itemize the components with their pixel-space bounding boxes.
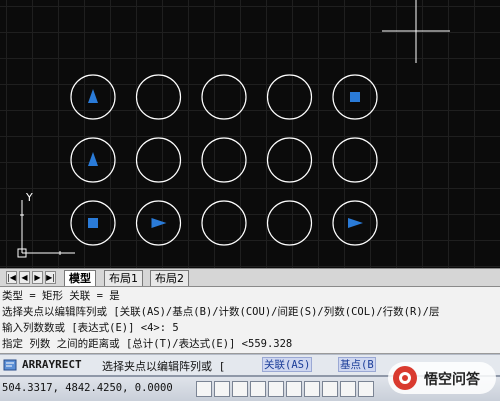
command-name: ARRAYRECT: [22, 358, 82, 371]
array-circle[interactable]: [201, 137, 247, 183]
history-line: 选择夹点以编辑阵列或 [关联(AS)/基点(B)/计数(COU)/间距(S)/列…: [2, 306, 440, 318]
command-history: 类型 = 矩形 关联 = 是 选择夹点以编辑阵列或 [关联(AS)/基点(B)/…: [0, 287, 500, 354]
array-circle[interactable]: [332, 137, 378, 183]
3d-object-snap-icon[interactable]: [286, 381, 302, 397]
layout-tabs-bar: |◀ ◀ ▶ ▶| 模型 布局1 布局2: [0, 268, 500, 287]
autocad-window: Y |◀ ◀ ▶ ▶| 模型 布局1 布局2 类型 = 矩形 关联 = 是 选择…: [0, 0, 500, 401]
object-snap-tracking-icon[interactable]: [304, 381, 320, 397]
array-circle[interactable]: [266, 200, 313, 246]
array-circle[interactable]: [135, 74, 182, 120]
history-line: 类型 = 矩形 关联 = 是: [2, 290, 120, 302]
array-circle[interactable]: [266, 137, 313, 183]
grid-display-icon[interactable]: [214, 381, 230, 397]
watermark-badge: 悟空问答: [388, 362, 496, 394]
tab-model[interactable]: 模型: [64, 270, 96, 286]
tab-layout2[interactable]: 布局2: [150, 270, 189, 286]
object-snap-icon[interactable]: [268, 381, 284, 397]
grip-triangle-right-icon[interactable]: [348, 218, 363, 228]
polar-tracking-icon[interactable]: [250, 381, 266, 397]
grip-square-icon[interactable]: [88, 218, 98, 228]
dynamic-input-icon[interactable]: [340, 381, 356, 397]
tab-layout1[interactable]: 布局1: [104, 270, 143, 286]
keyword-basepoint[interactable]: 基点(B: [338, 357, 376, 372]
history-line: 输入列数数或 [表达式(E)] <4>: 5: [2, 322, 179, 334]
command-prompt: 选择夹点以编辑阵列或 [: [102, 360, 226, 373]
array-circle[interactable]: [201, 74, 247, 120]
tab-nav-first-button[interactable]: |◀: [6, 271, 17, 284]
history-line: 指定 列数 之间的距离或 [总计(T)/表达式(E)] <559.328: [2, 338, 293, 350]
snap-mode-icon[interactable]: [196, 381, 212, 397]
tab-nav-next-button[interactable]: ▶: [32, 271, 43, 284]
command-icon[interactable]: [3, 358, 17, 372]
lineweight-icon[interactable]: [358, 381, 374, 397]
grip-square-icon[interactable]: [350, 92, 360, 102]
grip-triangle-up-icon[interactable]: [88, 89, 98, 103]
array-circle[interactable]: [201, 200, 247, 246]
grip-triangle-up-icon[interactable]: [88, 152, 98, 166]
ucs-icon: Y: [17, 191, 75, 258]
rect-array[interactable]: [70, 74, 378, 246]
canvas-drawing: Y: [17, 0, 450, 258]
tab-nav-prev-button[interactable]: ◀: [19, 271, 30, 284]
grip-triangle-right-icon[interactable]: [151, 218, 167, 228]
crosshair-cursor: [382, 0, 450, 63]
ucs-y-label: Y: [25, 191, 33, 204]
drawing-canvas[interactable]: Y: [0, 0, 500, 268]
keyword-associative[interactable]: 关联(AS): [262, 357, 313, 372]
coordinate-readout: 504.3317, 4842.4250, 0.0000: [2, 382, 173, 394]
dynamic-ucs-icon[interactable]: [322, 381, 338, 397]
ortho-mode-icon[interactable]: [232, 381, 248, 397]
watermark-text: 悟空问答: [424, 372, 480, 388]
array-circle[interactable]: [266, 74, 313, 120]
array-circle[interactable]: [135, 137, 182, 183]
tab-nav-last-button[interactable]: ▶|: [45, 271, 56, 284]
wukong-logo-icon: [393, 366, 417, 390]
